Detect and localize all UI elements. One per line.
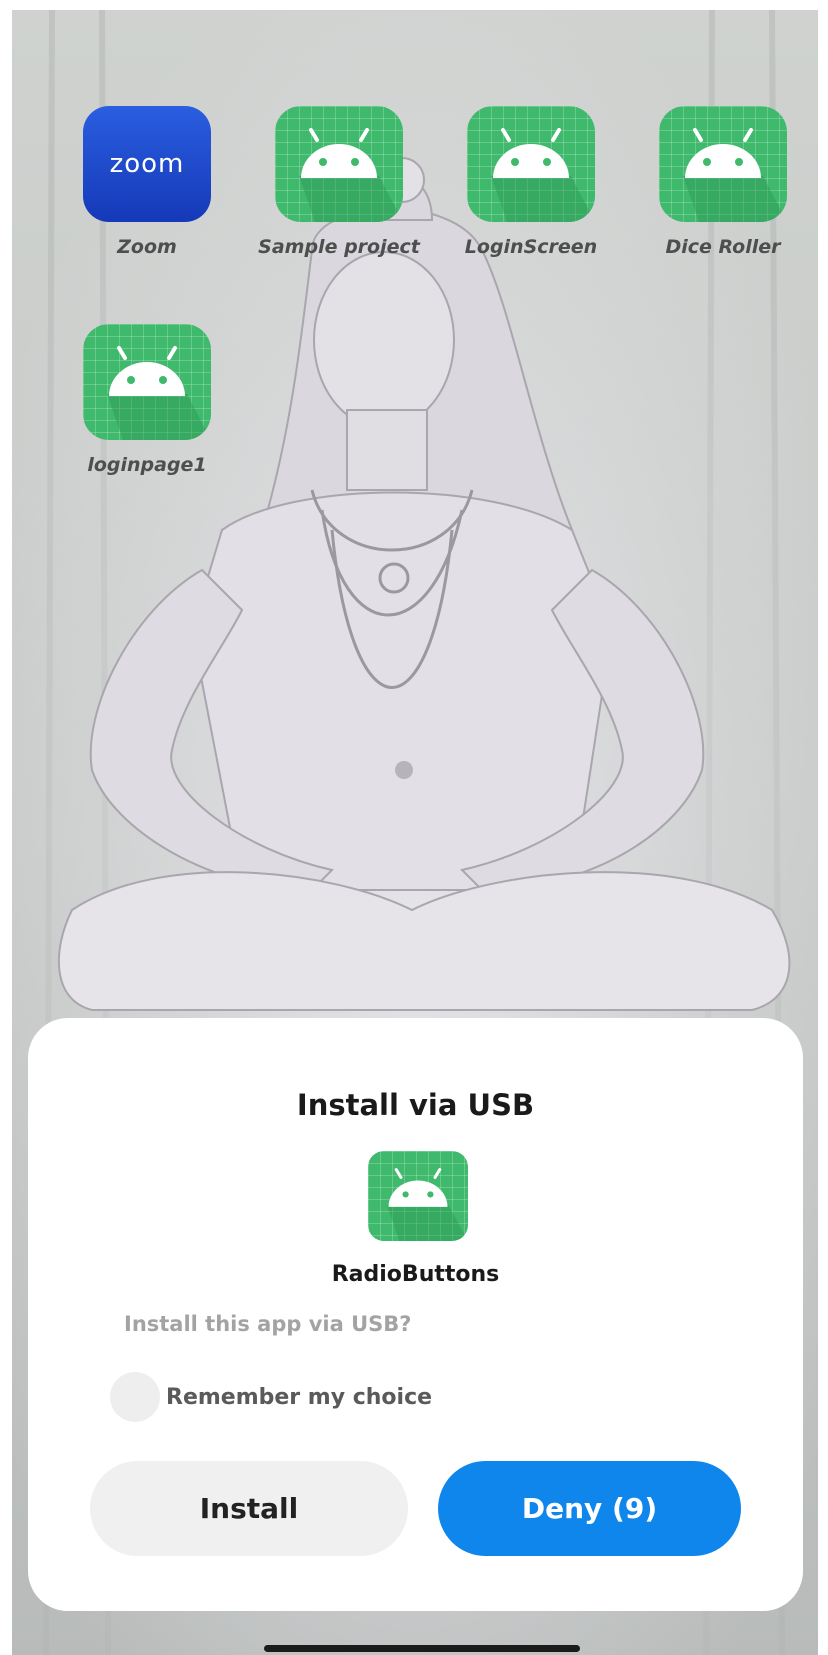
android-app-icon[interactable]: [467, 106, 595, 222]
remember-choice-row[interactable]: Remember my choice: [110, 1372, 432, 1422]
app-label-dice-roller: Dice Roller: [665, 236, 781, 258]
remember-choice-label[interactable]: Remember my choice: [166, 1385, 432, 1410]
home-indicator-bar[interactable]: [264, 1645, 580, 1652]
dialog-app-name: RadioButtons: [331, 1262, 500, 1287]
app-zoom[interactable]: zoom Zoom: [62, 106, 232, 258]
zoom-logo-text: zoom: [109, 149, 185, 179]
app-sample-project[interactable]: Sample project: [254, 106, 424, 258]
app-dice-roller[interactable]: Dice Roller: [638, 106, 808, 258]
zoom-app-icon[interactable]: zoom: [83, 106, 211, 222]
phone-screen: zoom Zoom Sample project LoginScreen Dic…: [12, 10, 818, 1655]
android-app-icon[interactable]: [659, 106, 787, 222]
android-app-icon: [368, 1151, 468, 1241]
install-button[interactable]: Install: [90, 1461, 408, 1556]
remember-choice-checkbox[interactable]: [110, 1372, 160, 1422]
android-app-icon[interactable]: [275, 106, 403, 222]
install-dialog: Install via USB RadioButtons Install thi…: [28, 1018, 803, 1611]
app-login-screen[interactable]: LoginScreen: [446, 106, 616, 258]
android-app-icon[interactable]: [83, 324, 211, 440]
app-label-login-screen: LoginScreen: [464, 236, 598, 258]
app-label-loginpage1: loginpage1: [87, 454, 207, 476]
deny-button[interactable]: Deny (9): [438, 1461, 741, 1556]
dialog-title: Install via USB: [296, 1088, 535, 1122]
dialog-question: Install this app via USB?: [124, 1312, 412, 1336]
app-label-sample-project: Sample project: [258, 236, 420, 258]
app-loginpage1[interactable]: loginpage1: [62, 324, 232, 476]
app-label-zoom: Zoom: [117, 236, 177, 258]
